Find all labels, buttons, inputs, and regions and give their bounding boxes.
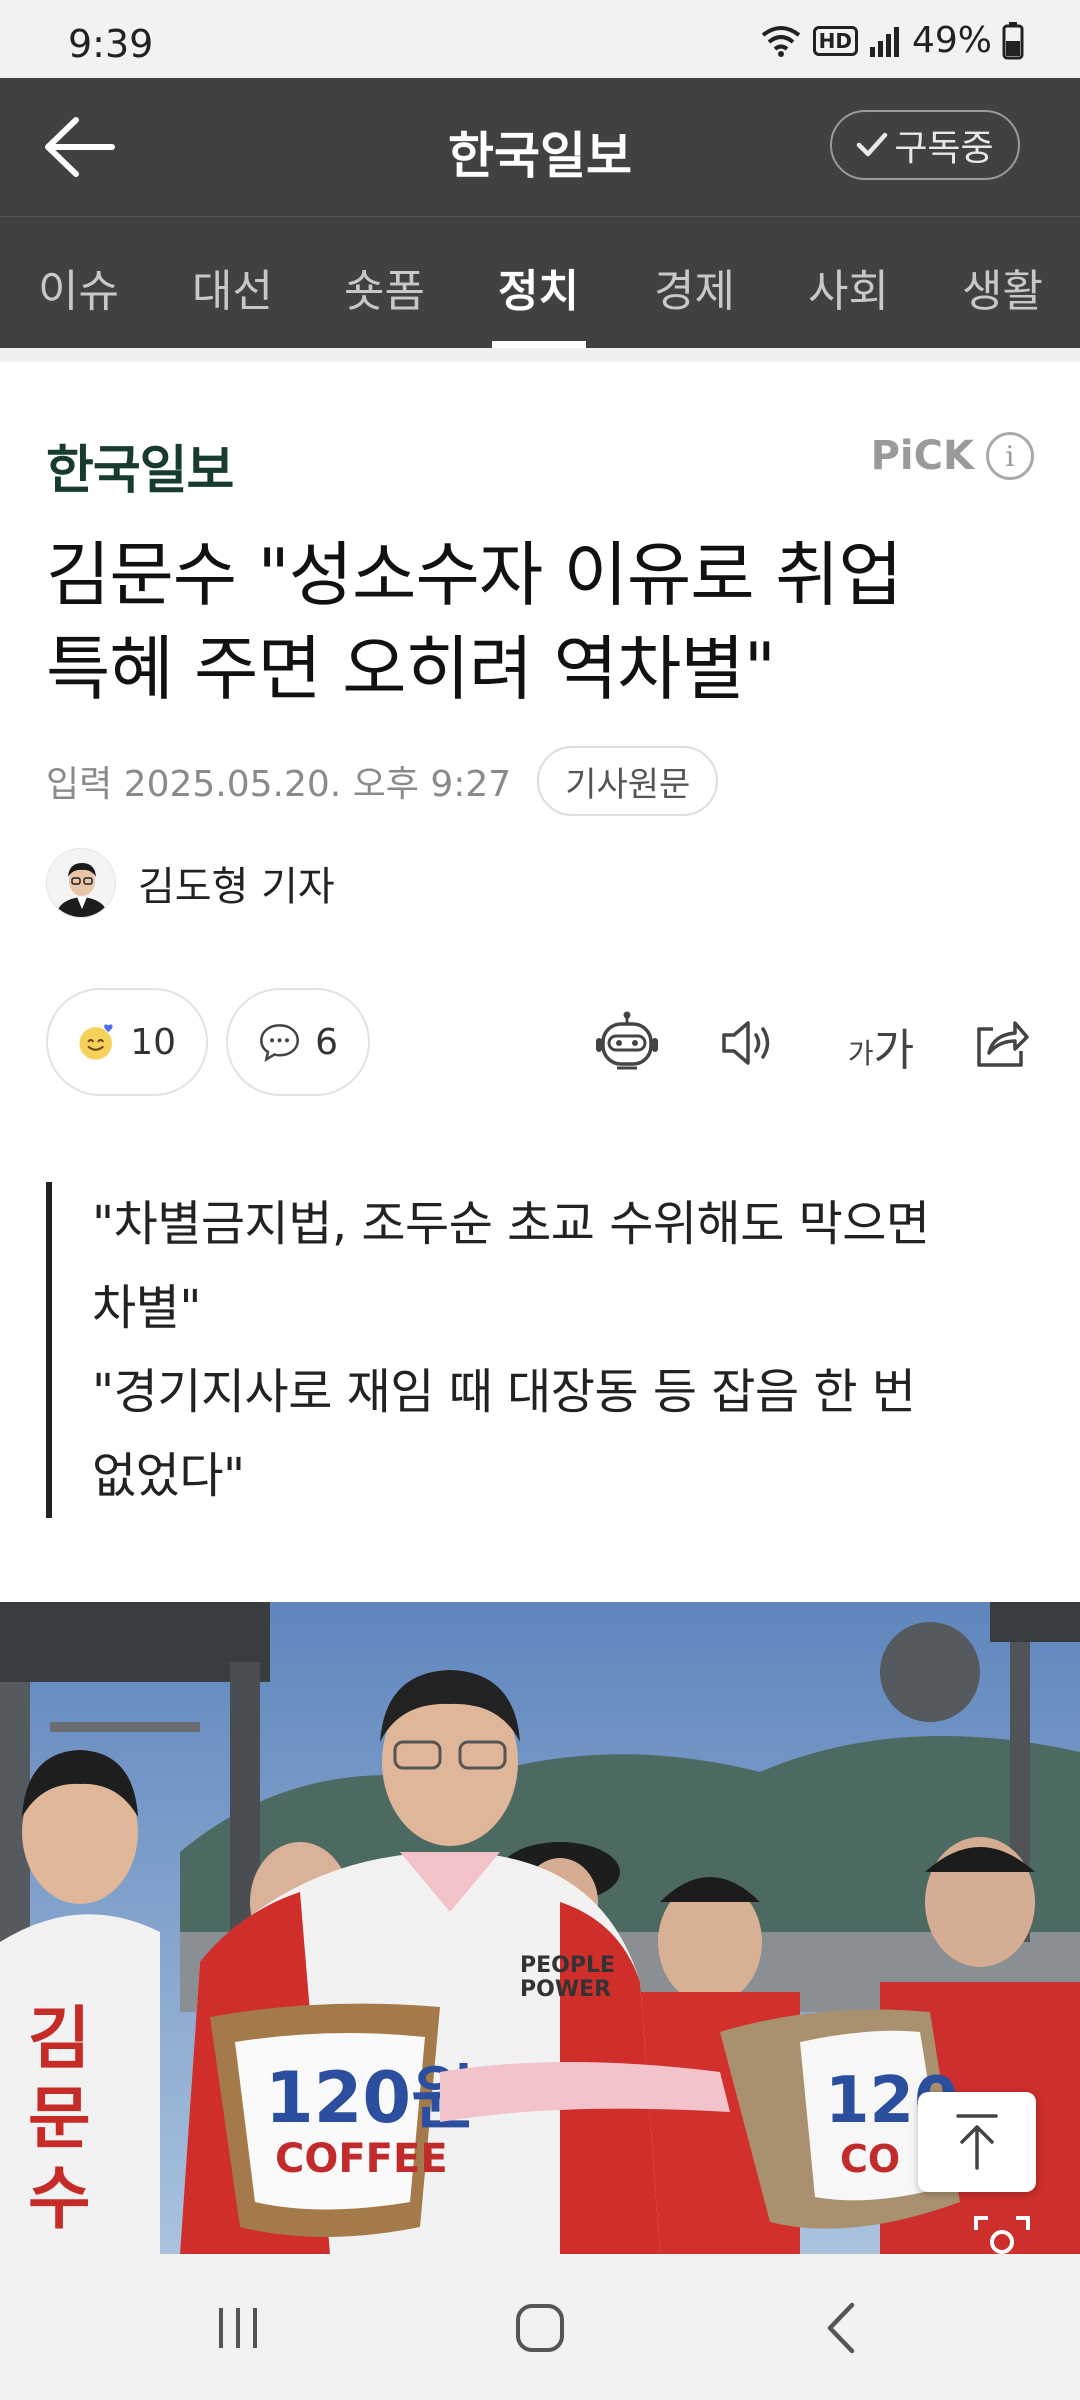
- speaker-icon: [722, 1021, 770, 1065]
- info-icon[interactable]: i: [986, 432, 1034, 480]
- font-size-button[interactable]: 가 가: [836, 1008, 926, 1078]
- system-back-button[interactable]: [812, 2298, 872, 2358]
- subscribe-button[interactable]: 구독중: [830, 110, 1020, 180]
- publish-date: 입력 2025.05.20. 오후 9:27: [46, 764, 512, 805]
- article-headline: 김문수 "성소수자 이유로 취업 특혜 주면 오히려 역차별": [46, 528, 1046, 716]
- pick-badge[interactable]: PiCK i: [871, 432, 1034, 480]
- signal-icon: [869, 26, 899, 57]
- subscribe-label: 구독중: [894, 128, 994, 169]
- tab-life[interactable]: 생활: [962, 255, 1043, 319]
- system-navigation-bar: [0, 2254, 1080, 2400]
- summary-line: "경기지사로 재임 때 대장동 등 잡음 한 번: [92, 1364, 916, 1420]
- chevron-left-icon: [827, 2302, 855, 2354]
- expand-icon[interactable]: [972, 2214, 1032, 2254]
- reaction-count: 10: [130, 1021, 176, 1063]
- pick-label: PiCK: [870, 433, 974, 479]
- tab-society[interactable]: 사회: [808, 255, 889, 319]
- tab-election[interactable]: 대선: [192, 255, 273, 319]
- font-size-small-icon: 가: [847, 1037, 874, 1070]
- home-button[interactable]: [510, 2298, 570, 2358]
- tab-shortform[interactable]: 숏폼: [344, 255, 425, 319]
- svg-text:문: 문: [28, 2080, 91, 2159]
- vest-logo: PEOPLE: [520, 1953, 615, 1978]
- share-icon: [977, 1021, 1029, 1067]
- tab-politics[interactable]: 정치: [498, 255, 579, 319]
- smile-emoji-icon: [79, 1024, 113, 1060]
- reporter-info[interactable]: 김도형 기자: [46, 848, 335, 918]
- vest-name: 김: [28, 2000, 91, 2079]
- summary-line: "차별금지법, 조두순 초교 수위해도 막으면: [92, 1196, 930, 1252]
- press-logo[interactable]: 한국일보: [46, 428, 234, 503]
- robot-icon: [596, 1011, 658, 1070]
- battery-icon: [1002, 21, 1024, 59]
- status-bar: 9:39 HD 49%: [0, 0, 1080, 78]
- article-summary: "차별금지법, 조두순 초교 수위해도 막으면 차별" "경기지사로 재임 때 …: [46, 1182, 1006, 1518]
- status-time: 9:39: [68, 22, 154, 66]
- reporter-name: 김도형 기자: [138, 864, 335, 910]
- scroll-to-top-button[interactable]: [918, 2092, 1036, 2192]
- headline-line: 김문수 "성소수자 이유로 취업: [46, 534, 903, 616]
- cup-brand-1: COFFEE: [275, 2136, 448, 2182]
- reporter-photo: [47, 849, 115, 917]
- comment-count: 6: [315, 1021, 338, 1063]
- category-nav: 이슈 대선 숏폼 정치 경제 사회 생활: [0, 216, 1080, 349]
- hd-icon: HD: [812, 25, 858, 56]
- tab-issue[interactable]: 이슈: [38, 255, 119, 319]
- svg-text:POWER: POWER: [520, 1977, 611, 2002]
- recent-apps-button[interactable]: [208, 2298, 268, 2358]
- tab-economy[interactable]: 경제: [654, 255, 735, 319]
- comment-button[interactable]: 6: [226, 988, 370, 1096]
- summary-line: 없었다": [92, 1448, 245, 1504]
- ai-summary-button[interactable]: [592, 1008, 662, 1078]
- check-icon: [857, 132, 888, 157]
- reporter-avatar: [46, 848, 116, 918]
- comment-icon: [260, 1024, 300, 1062]
- original-article-button[interactable]: 기사원문: [537, 746, 719, 816]
- cup-brand-2: CO: [840, 2137, 900, 2181]
- wifi-icon: [761, 25, 800, 57]
- app-header: 한국일보 구독중: [0, 78, 1080, 216]
- home-icon: [516, 2304, 564, 2352]
- recent-apps-icon: [219, 2308, 257, 2348]
- text-to-speech-button[interactable]: [716, 1008, 786, 1078]
- article-actions: 10 6 가 가: [46, 988, 1034, 1098]
- arrow-up-icon: [956, 2114, 998, 2170]
- font-size-large-icon: 가: [873, 1025, 915, 1076]
- article-meta: 입력 2025.05.20. 오후 9:27 기사원문: [46, 746, 719, 816]
- battery-percent: 49%: [911, 20, 992, 61]
- share-button[interactable]: [966, 1008, 1036, 1078]
- summary-line: 차별": [92, 1280, 201, 1336]
- svg-text:수: 수: [28, 2160, 91, 2239]
- headline-line: 특혜 주면 오히려 역차별": [46, 628, 776, 710]
- divider: [0, 348, 1080, 362]
- reaction-button[interactable]: 10: [46, 988, 208, 1096]
- status-icons: HD 49%: [759, 20, 1024, 61]
